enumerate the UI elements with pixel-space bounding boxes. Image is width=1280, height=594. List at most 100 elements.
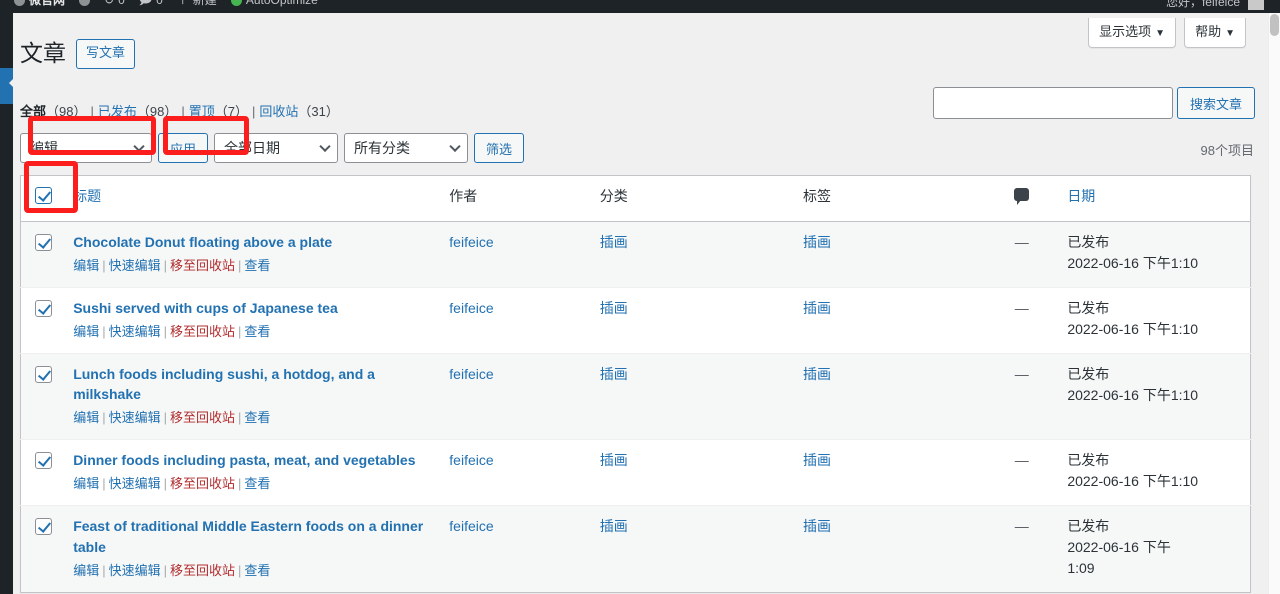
column-header-categories-label: 分类 [600, 188, 628, 204]
vertical-scrollbar-track[interactable] [1268, 13, 1280, 594]
category-filter-select[interactable]: 所有分类 [344, 133, 468, 163]
post-title-link[interactable]: Sushi served with cups of Japanese tea [73, 298, 429, 318]
column-header-title-label[interactable]: 标题 [73, 188, 101, 204]
admin-bar-autooptimize[interactable]: AutoOptimize [231, 0, 318, 7]
column-header-date[interactable]: 日期 [1057, 176, 1250, 222]
row-action-trash[interactable]: 移至回收站 [170, 476, 235, 491]
view-trash-label[interactable]: 回收站 [259, 104, 298, 119]
admin-bar-updates[interactable]: ↻ 0 [104, 0, 125, 7]
wordpress-admin-screen: 微官网 ↻ 0 🗩 0 ＋ 新建 AutoOptimize 您好 [0, 0, 1280, 594]
admin-sidebar[interactable] [0, 13, 13, 594]
post-author-link[interactable]: feifeice [449, 234, 493, 250]
row-tags-cell: 插画 [793, 506, 986, 592]
search-submit-button[interactable]: 搜索文章 [1177, 87, 1255, 119]
sidebar-collapse-button[interactable] [0, 538, 13, 594]
view-trash[interactable]: 回收站（31） [259, 104, 338, 119]
post-category-link[interactable]: 插画 [600, 300, 628, 316]
row-action-edit[interactable]: 编辑 [73, 324, 99, 339]
filter-submit-button[interactable]: 筛选 [474, 133, 524, 163]
row-action-view[interactable]: 查看 [244, 410, 270, 425]
admin-bar-site-name[interactable]: 微官网 [14, 0, 65, 7]
help-button[interactable]: 帮助▼ [1184, 18, 1246, 48]
row-select-checkbox[interactable] [35, 366, 52, 383]
table-header-row: 标题 作者 分类 标签 日期 [21, 176, 1251, 222]
column-header-title[interactable]: 标题 [63, 176, 439, 222]
row-comments-cell: — [986, 506, 1057, 592]
view-published-label[interactable]: 已发布 [98, 104, 137, 119]
row-actions: 编辑|快速编辑|移至回收站|查看 [73, 322, 429, 343]
row-select-checkbox[interactable] [35, 518, 52, 535]
admin-bar-home[interactable] [79, 0, 90, 6]
row-tags-cell: 插画 [793, 287, 986, 353]
row-action-edit[interactable]: 编辑 [73, 410, 99, 425]
row-action-view[interactable]: 查看 [244, 258, 270, 273]
post-category-link[interactable]: 插画 [600, 234, 628, 250]
row-action-quick-edit[interactable]: 快速编辑 [109, 563, 161, 578]
row-action-edit[interactable]: 编辑 [73, 258, 99, 273]
bulk-action-select[interactable]: 编辑 [20, 133, 152, 163]
apply-bulk-action-button[interactable]: 应用 [158, 133, 208, 163]
date-filter-select[interactable]: 全部日期 [214, 133, 338, 163]
row-tags-cell: 插画 [793, 440, 986, 506]
post-category-link[interactable]: 插画 [600, 452, 628, 468]
row-action-trash[interactable]: 移至回收站 [170, 410, 235, 425]
avatar[interactable] [1248, 0, 1264, 10]
column-header-comments[interactable] [986, 176, 1057, 222]
search-input[interactable] [933, 87, 1173, 119]
admin-bar-greeting[interactable]: 您好，feifeice [1166, 0, 1240, 9]
row-categories-cell: 插画 [590, 287, 793, 353]
post-author-link[interactable]: feifeice [449, 366, 493, 382]
add-new-post-button[interactable]: 写文章 [76, 39, 135, 69]
post-tag-link[interactable]: 插画 [803, 452, 831, 468]
post-author-link[interactable]: feifeice [449, 452, 493, 468]
row-action-edit[interactable]: 编辑 [73, 476, 99, 491]
row-action-quick-edit[interactable]: 快速编辑 [109, 258, 161, 273]
tablenav-top: 编辑 应用 全部日期 所有分类 筛选 [20, 133, 524, 163]
view-published[interactable]: 已发布（98） [98, 104, 177, 119]
post-title-link[interactable]: Dinner foods including pasta, meat, and … [73, 450, 429, 470]
row-action-trash[interactable]: 移至回收站 [170, 563, 235, 578]
row-action-trash[interactable]: 移至回收站 [170, 258, 235, 273]
row-action-view[interactable]: 查看 [244, 563, 270, 578]
select-all-checkbox[interactable] [35, 187, 52, 204]
row-select-checkbox[interactable] [35, 300, 52, 317]
admin-bar-site-label: 微官网 [29, 0, 65, 7]
table-row: Feast of traditional Middle Eastern food… [21, 506, 1251, 592]
row-tags-cell: 插画 [793, 221, 986, 287]
date-filter-selected-label: 全部日期 [224, 138, 280, 158]
view-sticky[interactable]: 置顶（7） [189, 104, 248, 119]
post-author-link[interactable]: feifeice [449, 518, 493, 534]
row-select-checkbox[interactable] [35, 452, 52, 469]
row-tags-cell: 插画 [793, 353, 986, 439]
post-category-link[interactable]: 插画 [600, 518, 628, 534]
post-tag-link[interactable]: 插画 [803, 366, 831, 382]
view-sticky-label[interactable]: 置顶 [189, 104, 215, 119]
row-date-cell: 已发布 2022-06-16 下午1:10 [1057, 353, 1250, 439]
screen-options-button[interactable]: 显示选项▼ [1088, 18, 1176, 48]
column-header-date-label[interactable]: 日期 [1067, 188, 1095, 204]
post-title-link[interactable]: Feast of traditional Middle Eastern food… [73, 516, 429, 557]
row-action-trash[interactable]: 移至回收站 [170, 324, 235, 339]
admin-bar-comments[interactable]: 🗩 0 [139, 0, 163, 7]
view-all[interactable]: 全部（98） [20, 104, 86, 119]
comment-bubble-icon [1014, 188, 1029, 201]
row-action-quick-edit[interactable]: 快速编辑 [109, 476, 161, 491]
row-action-quick-edit[interactable]: 快速编辑 [109, 324, 161, 339]
post-title-link[interactable]: Lunch foods including sushi, a hotdog, a… [73, 364, 429, 405]
admin-bar-new-content[interactable]: ＋ 新建 [177, 0, 217, 7]
row-action-quick-edit[interactable]: 快速编辑 [109, 410, 161, 425]
column-header-tags-label: 标签 [803, 188, 831, 204]
post-title-link[interactable]: Chocolate Donut floating above a plate [73, 232, 429, 252]
row-action-divider: | [164, 563, 167, 578]
row-select-checkbox[interactable] [35, 234, 52, 251]
row-action-edit[interactable]: 编辑 [73, 563, 99, 578]
post-tag-link[interactable]: 插画 [803, 518, 831, 534]
post-tag-link[interactable]: 插画 [803, 234, 831, 250]
post-tag-link[interactable]: 插画 [803, 300, 831, 316]
row-action-view[interactable]: 查看 [244, 476, 270, 491]
post-date-value: 2022-06-16 下午1:10 [1067, 319, 1240, 340]
post-category-link[interactable]: 插画 [600, 366, 628, 382]
post-author-link[interactable]: feifeice [449, 300, 493, 316]
row-action-view[interactable]: 查看 [244, 324, 270, 339]
vertical-scrollbar-thumb[interactable] [1270, 14, 1279, 36]
